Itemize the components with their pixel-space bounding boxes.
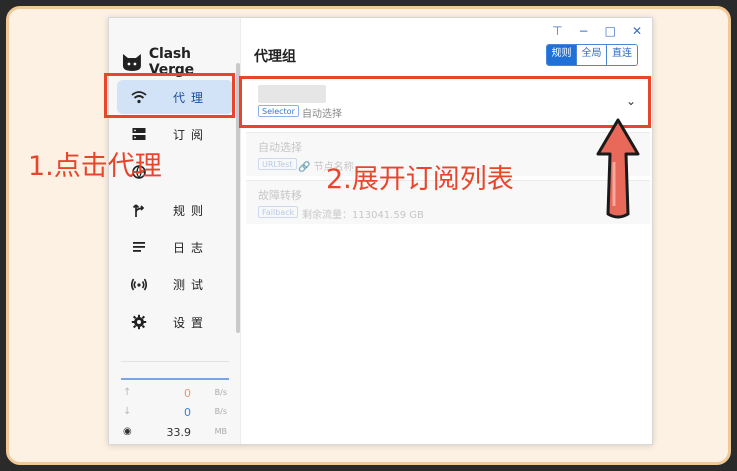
window-controls: ⊤ − □ ✕ [552,24,642,38]
mode-rule-button[interactable]: 规则 [547,45,577,65]
maximize-icon[interactable]: □ [605,24,616,38]
minimize-icon[interactable]: − [579,24,589,38]
server-icon [132,128,146,140]
sidebar-item-label: 测试 [173,278,210,292]
signal-icon [131,278,147,291]
sidebar-divider [121,361,229,362]
upload-value: 0 [184,387,191,400]
upload-speed: ↑ 0 B/s [121,387,231,401]
memory-usage: ◉ 33.9 MB [121,426,231,440]
sidebar-item-test[interactable]: 测试 [117,267,233,301]
mode-direct-button[interactable]: 直连 [607,45,637,65]
memory-unit: MB [214,427,227,436]
list-icon [133,242,145,252]
sidebar-item-settings[interactable]: 设置 [117,305,233,339]
sidebar-item-label: 规则 [173,204,210,218]
sidebar-item-label: 订阅 [173,128,210,142]
gear-icon [131,314,147,330]
download-speed: ↓ 0 B/s [121,406,231,420]
download-value: 0 [184,406,191,419]
page-title: 代理组 [254,49,296,65]
annotation-step-1: 1.点击代理 [28,151,162,182]
close-icon[interactable]: ✕ [632,24,642,38]
group-name: 故障转移 [258,189,302,202]
annotation-step-2: 2.展开订阅列表 [326,164,514,195]
mode-switch: 规则 全局 直连 [546,44,638,66]
sidebar-item-label: 日志 [173,241,210,255]
group-type-badge: Fallback [258,206,299,218]
highlight-proxy-nav [104,73,235,118]
pin-icon[interactable]: ⊤ [552,24,562,38]
mode-global-button[interactable]: 全局 [577,45,607,65]
group-name: 自动选择 [258,141,302,154]
group-type-badge: URLTest [258,158,297,170]
cat-logo-icon [122,54,141,71]
highlight-proxy-group [239,76,651,128]
sidebar-item-label: 设置 [173,316,210,330]
sidebar-item-rules[interactable]: 规则 [117,193,233,227]
upload-unit: B/s [214,388,227,397]
download-unit: B/s [214,407,227,416]
fork-icon [132,204,145,217]
memory-value: 33.9 [166,426,192,439]
traffic-graph [121,378,229,380]
sidebar-item-logs[interactable]: 日志 [117,230,233,264]
arrow-up-annotation-icon [596,118,640,219]
group-current-node: 剩余流量：113041.59 GB [302,210,424,221]
